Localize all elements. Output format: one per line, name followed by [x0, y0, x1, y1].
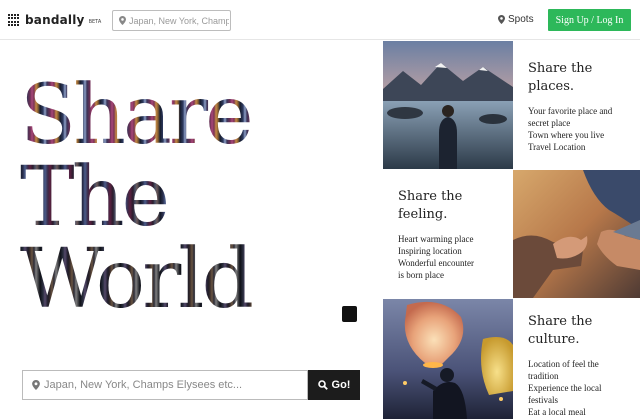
hero-headline: Share The World: [20, 75, 365, 321]
spots-label: Spots: [508, 14, 534, 25]
search-icon: [317, 380, 328, 390]
spots-pin-icon: [498, 15, 505, 24]
location-pin-icon: [119, 16, 126, 25]
tile-share-culture[interactable]: Share the culture. Location of feel the …: [513, 299, 640, 419]
tile-items: Heart warming place Inspiring location W…: [398, 233, 513, 281]
tile-item: Your favorite place and: [528, 106, 613, 116]
beta-badge: BETA: [88, 19, 102, 25]
hero-search-box[interactable]: [22, 370, 308, 400]
mountain-lake-photo: [383, 41, 513, 169]
header-search-input[interactable]: [129, 15, 229, 26]
tile-title-line1: Share the: [528, 314, 593, 329]
logo-grid-icon: [8, 14, 20, 26]
hero-search-input[interactable]: [44, 379, 304, 391]
tile-item: tradition: [528, 371, 559, 381]
hero-line-the: The: [20, 157, 365, 239]
tile-items: Your favorite place and secret place Tow…: [528, 105, 640, 153]
spots-link[interactable]: Spots: [498, 14, 534, 25]
tile-item: Wonderful encounter: [398, 258, 474, 268]
tile-item: Experience the local: [528, 383, 602, 393]
tile-title-line2: places.: [528, 79, 575, 94]
tile-items: Location of feel the tradition Experienc…: [528, 358, 640, 418]
hands-photo: [513, 170, 640, 298]
tile-item: Eat a local meal: [528, 407, 586, 417]
tile-item: is born place: [398, 270, 444, 280]
brand-name: bandally: [25, 13, 85, 27]
tile-item: festivals: [528, 395, 558, 405]
tile-item: Inspiring location: [398, 246, 462, 256]
tile-item: Travel Location: [528, 142, 586, 152]
hero-line-world: World: [20, 239, 365, 321]
top-navbar: bandally BETA Spots Sign Up / Log In: [0, 0, 640, 40]
tile-share-places[interactable]: Share the places. Your favorite place an…: [513, 41, 640, 169]
sky-lantern-photo: [383, 299, 513, 419]
tile-share-feeling[interactable]: Share the feeling. Heart warming place I…: [383, 170, 513, 298]
hero-location-pin-icon: [32, 380, 40, 390]
tile-title-line1: Share the: [398, 189, 463, 204]
tile-item: Town where you live: [528, 130, 605, 140]
brand-logo[interactable]: bandally BETA: [8, 13, 101, 27]
hero-line-share: Share: [20, 75, 365, 157]
signup-login-button[interactable]: Sign Up / Log In: [548, 9, 631, 31]
go-button[interactable]: Go!: [308, 370, 360, 400]
tile-item: secret place: [528, 118, 571, 128]
tile-item: Heart warming place: [398, 234, 474, 244]
tile-title-line2: culture.: [528, 332, 580, 347]
tile-item: Location of feel the: [528, 359, 599, 369]
tile-title-line1: Share the: [528, 61, 593, 76]
hero-period: [342, 306, 357, 322]
header-search-box[interactable]: [112, 10, 231, 31]
go-label: Go!: [331, 379, 351, 391]
tile-title-line2: feeling.: [398, 207, 448, 222]
